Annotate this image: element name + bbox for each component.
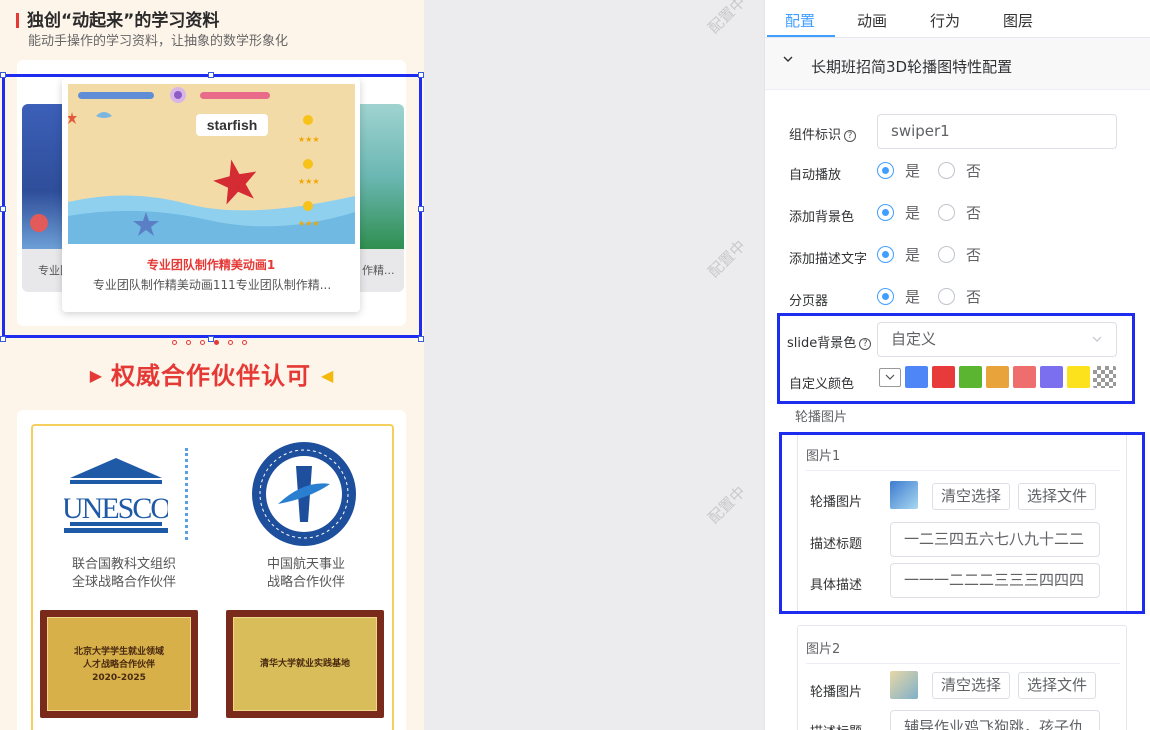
images-section-label: 轮播图片 [795, 410, 848, 425]
highlight-box [777, 313, 1135, 404]
section-subtitle: 能动手操作的学习资料，让抽象的数学形象化 [28, 34, 289, 49]
pagination-dot[interactable] [242, 340, 247, 345]
tab-layers[interactable]: 图层 [1003, 10, 1033, 31]
config-panel: 配置 动画 行为 图层 长期班招简3D轮播图特性配置 组件标识? swiper1… [764, 0, 1150, 730]
color-swatch[interactable] [932, 366, 955, 388]
radio-yes[interactable] [877, 160, 897, 180]
pagination-dot[interactable] [228, 340, 233, 345]
color-swatch[interactable] [1067, 366, 1090, 388]
radio-no[interactable] [938, 244, 958, 264]
award-plaque-peking: 北京大学学生就业领域 人才战略合作伙伴 2020-2025 [40, 610, 198, 718]
radio-no[interactable] [938, 286, 958, 306]
radio-label: 否 [966, 162, 982, 180]
panel-tabs: 配置 动画 行为 图层 [765, 0, 1150, 38]
component-id-label: 组件标识? [789, 124, 857, 143]
watermark: 配置中 [704, 0, 750, 38]
page-preview: 独创“动起来”的学习资料 能动手操作的学习资料，让抽象的数学形象化 专业团 作精… [0, 0, 424, 730]
radio-label: 否 [966, 246, 982, 264]
radio-label: 否 [966, 288, 982, 306]
tab-behavior[interactable]: 行为 [930, 10, 960, 31]
award-plaque-tsinghua: 清华大学就业实践基地 [226, 610, 384, 718]
chevron-down-icon [783, 56, 793, 62]
radio-row-label: 添加描述文字 [789, 252, 868, 267]
radio-label: 是 [905, 162, 921, 180]
active-tab-indicator [767, 35, 835, 37]
collapse-header[interactable]: 长期班招简3D轮播图特性配置 [765, 38, 1150, 90]
partner-name: 联合国教科文组织 全球战略合作伙伴 [71, 557, 176, 590]
svg-text:UNESCO: UNESCO [64, 492, 168, 525]
color-swatch[interactable] [1040, 366, 1063, 388]
title-input[interactable]: 辅导作业鸡飞狗跳，孩子仇 [890, 710, 1100, 730]
highlight-box [779, 432, 1145, 614]
divider-dots [185, 448, 188, 540]
resize-handle[interactable] [208, 72, 214, 78]
image-label: 轮播图片 [810, 685, 863, 700]
space-partner-seal [252, 442, 356, 546]
tab-animation[interactable]: 动画 [857, 10, 887, 31]
pagination-dot[interactable] [172, 340, 177, 345]
resize-handle[interactable] [0, 336, 6, 342]
radio-row-label: 自动播放 [789, 168, 842, 183]
tab-config[interactable]: 配置 [785, 10, 815, 31]
image-card-header: 图片2 [806, 642, 841, 657]
image-thumbnail[interactable] [890, 671, 918, 699]
watermark: 配置中 [704, 482, 750, 528]
selected-component-outline[interactable] [2, 74, 422, 338]
color-swatch[interactable] [986, 366, 1009, 388]
partner-name: 中国航天事业 战略合作伙伴 [266, 557, 345, 590]
clear-selection-button[interactable]: 清空选择 [932, 672, 1011, 699]
resize-handle[interactable] [0, 72, 6, 78]
pagination-dot[interactable] [186, 340, 191, 345]
radio-label: 是 [905, 204, 921, 222]
radio-row-label: 分页器 [789, 294, 829, 309]
radio-label: 是 [905, 246, 921, 264]
radio-label: 是 [905, 288, 921, 306]
color-swatch[interactable] [959, 366, 982, 388]
partner-section-title: ▶ 权威合作伙伴认可 ◀ [89, 362, 335, 390]
carousel-pagination[interactable] [172, 330, 256, 345]
collapse-title: 长期班招简3D轮播图特性配置 [811, 58, 1013, 76]
image-card-2: 图片2 轮播图片 清空选择 选择文件 描述标题 辅导作业鸡飞狗跳，孩子仇 [797, 625, 1127, 730]
radio-no[interactable] [938, 160, 958, 180]
triangle-left-icon: ◀ [321, 366, 335, 385]
radio-yes[interactable] [877, 286, 897, 306]
radio-row-label: 添加背景色 [789, 210, 855, 225]
pagination-dot[interactable] [214, 340, 219, 345]
color-swatch[interactable] [1013, 366, 1036, 388]
radio-no[interactable] [938, 202, 958, 222]
canvas-gutter: 配置中 配置中 配置中 [424, 0, 764, 730]
color-swatch[interactable] [905, 366, 928, 388]
pagination-dot[interactable] [200, 340, 205, 345]
component-id-input[interactable]: swiper1 [877, 114, 1117, 149]
unesco-logo: UNESCO [64, 458, 168, 533]
watermark: 配置中 [704, 236, 750, 282]
title-label: 描述标题 [810, 721, 862, 730]
radio-label: 否 [966, 204, 982, 222]
triangle-right-icon: ▶ [89, 366, 103, 385]
radio-yes[interactable] [877, 202, 897, 222]
radio-yes[interactable] [877, 244, 897, 264]
choose-file-button[interactable]: 选择文件 [1018, 672, 1097, 699]
resize-handle[interactable] [0, 206, 6, 212]
section-title: 独创“动起来”的学习资料 [16, 6, 219, 31]
help-icon[interactable]: ? [844, 130, 857, 142]
